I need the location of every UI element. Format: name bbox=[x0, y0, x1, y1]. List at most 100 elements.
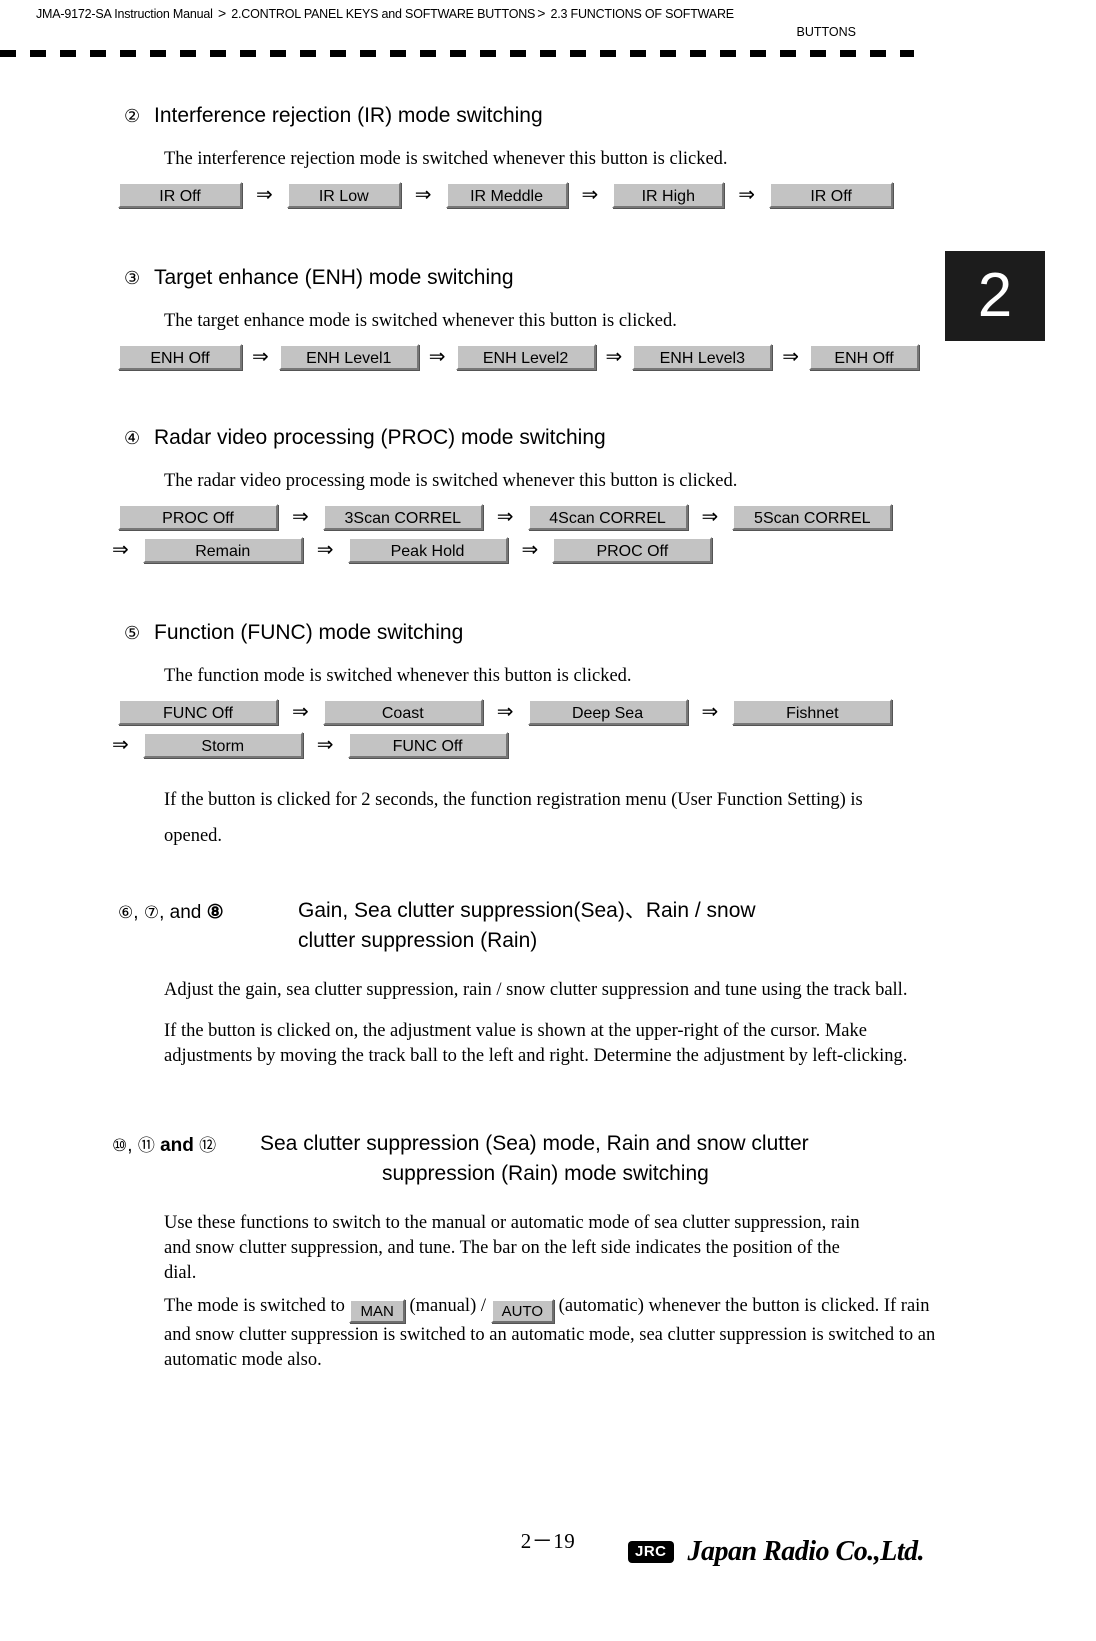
flow-arrow: ⇒ bbox=[581, 184, 599, 206]
section-number-and-2: and bbox=[160, 1135, 194, 1156]
section-gain-numbers: ⑥, ⑦, and ⑧ bbox=[118, 896, 298, 927]
flow-arrow: ⇒ bbox=[316, 734, 334, 756]
section-sea-rain-title: Sea clutter suppression (Sea) mode, Rain… bbox=[260, 1129, 809, 1189]
button-proc-3scan-correl[interactable]: 3Scan CORREL bbox=[322, 504, 483, 530]
breadcrumb-separator-1: > bbox=[218, 5, 226, 21]
button-proc-5scan-correl[interactable]: 5Scan CORREL bbox=[732, 504, 893, 530]
flow-arrow: ⇒ bbox=[252, 346, 269, 368]
section-enh-button-flow: ENH Off ⇒ ENH Level1 ⇒ ENH Level2 ⇒ ENH … bbox=[118, 344, 1096, 370]
button-func-fishnet[interactable]: Fishnet bbox=[732, 699, 893, 725]
section-sea-rain-paragraph-2-part-b: (manual) / bbox=[409, 1296, 486, 1316]
flow-arrow: ⇒ bbox=[782, 346, 800, 368]
company-name: Japan Radio Co.,Ltd. bbox=[687, 1536, 925, 1567]
button-proc-off-1[interactable]: PROC Off bbox=[118, 504, 278, 530]
section-sea-rain-title-line-2: suppression (Rain) mode switching bbox=[382, 1159, 809, 1189]
section-sea-rain-paragraph-2: The mode is switched to MAN (manual) / A… bbox=[164, 1294, 944, 1373]
button-func-storm[interactable]: Storm bbox=[142, 732, 303, 758]
section-func-description: The function mode is switched whenever t… bbox=[164, 666, 632, 686]
button-enh-level3[interactable]: ENH Level3 bbox=[632, 344, 773, 370]
flow-arrow: ⇒ bbox=[292, 701, 309, 723]
section-sea-rain-paragraph-2-part-c: (automatic) whenever the bbox=[558, 1296, 748, 1316]
page-header: JMA-9172-SA Instruction Manual > 2.CONTR… bbox=[0, 0, 1096, 44]
flow-arrow: ⇒ bbox=[496, 506, 514, 528]
breadcrumb-manual: JMA-9172-SA Instruction Manual bbox=[36, 7, 213, 21]
button-func-off-1[interactable]: FUNC Off bbox=[118, 699, 278, 725]
page-footer: 2－19 bbox=[0, 1525, 1096, 1555]
flow-arrow: ⇒ bbox=[414, 184, 432, 206]
button-ir-off-2[interactable]: IR Off bbox=[769, 182, 894, 208]
button-enh-level2[interactable]: ENH Level2 bbox=[455, 344, 596, 370]
section-func-button-flow-row1: FUNC Off ⇒ Coast ⇒ Deep Sea ⇒ Fishnet bbox=[118, 699, 1096, 725]
flow-arrow: ⇒ bbox=[316, 539, 334, 561]
section-sea-rain-title-line-2-text: suppression (Rain) mode switching bbox=[382, 1162, 709, 1185]
button-func-deep-sea[interactable]: Deep Sea bbox=[527, 699, 688, 725]
section-gain-paragraph-1: Adjust the gain, sea clutter suppression… bbox=[164, 978, 909, 1003]
flow-arrow: ⇒ bbox=[738, 184, 756, 206]
button-enh-off-1[interactable]: ENH Off bbox=[118, 344, 242, 370]
section-ir-button-flow: IR Off ⇒ IR Low ⇒ IR Meddle ⇒ IR High ⇒ … bbox=[118, 182, 1096, 208]
section-gain-sea-rain: ⑥, ⑦, and ⑧ Gain, Sea clutter suppressio… bbox=[0, 896, 1096, 1069]
section-sea-rain-paragraph-1: Use these functions to switch to the man… bbox=[164, 1211, 864, 1286]
section-ir-description: The interference rejection mode is switc… bbox=[164, 149, 728, 169]
section-func: ⑤ Function (FUNC) mode switching The func… bbox=[0, 619, 1096, 854]
breadcrumb-chapter: 2.CONTROL PANEL KEYS and SOFTWARE BUTTON… bbox=[231, 7, 536, 21]
section-func-number: ⑤ bbox=[124, 623, 141, 643]
flow-arrow: ⇒ bbox=[256, 184, 273, 206]
page-content: ② Interference rejection (IR) mode switch… bbox=[0, 96, 1096, 1373]
section-ir-title: Interference rejection (IR) mode switchi… bbox=[154, 104, 543, 127]
button-func-coast[interactable]: Coast bbox=[322, 699, 483, 725]
button-enh-off-2[interactable]: ENH Off bbox=[809, 344, 920, 370]
section-proc-number: ④ bbox=[124, 428, 141, 448]
section-number-6: ⑥ bbox=[118, 903, 134, 922]
flow-arrow: ⇒ bbox=[605, 346, 623, 368]
section-func-note: If the button is clicked for 2 seconds, … bbox=[164, 782, 894, 854]
section-number-8: ⑧ bbox=[206, 902, 224, 923]
section-gain-paragraph-1-text: Adjust the gain, sea clutter suppression… bbox=[164, 980, 908, 1000]
breadcrumb-section: 2.3 FUNCTIONS OF SOFTWARE bbox=[550, 7, 734, 21]
flow-arrow: ⇒ bbox=[701, 701, 719, 723]
section-sea-rain-paragraph-2-part-a: The mode is switched to bbox=[164, 1296, 345, 1316]
section-number-7: ⑦ bbox=[143, 903, 160, 922]
section-number-comma-1: , bbox=[133, 902, 139, 923]
button-enh-level1[interactable]: ENH Level1 bbox=[278, 344, 419, 370]
section-func-note-text: If the button is clicked for 2 seconds, … bbox=[164, 790, 863, 846]
section-enh-heading: ③ Target enhance (ENH) mode switching bbox=[124, 264, 1096, 292]
button-proc-4scan-correl[interactable]: 4Scan CORREL bbox=[527, 504, 688, 530]
button-ir-high[interactable]: IR High bbox=[612, 182, 725, 208]
flow-arrow: ⇒ bbox=[496, 701, 514, 723]
section-proc-heading: ④ Radar video processing (PROC) mode swit… bbox=[124, 424, 1096, 452]
section-gain-heading: ⑥, ⑦, and ⑧ Gain, Sea clutter suppressio… bbox=[118, 896, 1096, 956]
flow-arrow: ⇒ bbox=[112, 734, 129, 756]
section-gain-title: Gain, Sea clutter suppression(Sea)、Rain … bbox=[298, 896, 756, 956]
section-gain-title-line-1: Gain, Sea clutter suppression(Sea)、Rain … bbox=[298, 899, 756, 922]
flow-arrow: ⇒ bbox=[112, 539, 129, 561]
section-ir: ② Interference rejection (IR) mode switch… bbox=[0, 102, 1096, 208]
section-ir-number: ② bbox=[124, 106, 141, 126]
section-number-and: and bbox=[169, 902, 202, 923]
breadcrumb-separator-2: > bbox=[537, 5, 546, 21]
header-dashed-rule bbox=[0, 50, 914, 57]
button-proc-peak-hold[interactable]: Peak Hold bbox=[347, 537, 508, 563]
section-enh-number: ③ bbox=[124, 268, 141, 288]
button-ir-low[interactable]: IR Low bbox=[286, 182, 401, 208]
company-logo: JRC Japan Radio Co.,Ltd. bbox=[628, 1536, 925, 1568]
section-proc-button-flow-row1: PROC Off ⇒ 3Scan CORREL ⇒ 4Scan CORREL ⇒… bbox=[118, 504, 1096, 530]
section-func-button-flow-row2: ⇒ Storm ⇒ FUNC Off bbox=[112, 732, 1096, 758]
breadcrumb: JMA-9172-SA Instruction Manual > 2.CONTR… bbox=[0, 0, 1096, 24]
button-auto[interactable]: AUTO bbox=[490, 1299, 555, 1323]
section-proc: ④ Radar video processing (PROC) mode swit… bbox=[0, 424, 1096, 563]
button-man[interactable]: MAN bbox=[349, 1299, 405, 1323]
section-sea-rain-numbers: ⑩, ⑪ and ⑫ bbox=[112, 1129, 260, 1160]
button-ir-meddle[interactable]: IR Meddle bbox=[445, 182, 568, 208]
button-proc-remain[interactable]: Remain bbox=[142, 537, 303, 563]
button-ir-off-1[interactable]: IR Off bbox=[118, 182, 242, 208]
section-number-comma-2: , bbox=[159, 902, 165, 923]
button-proc-off-2[interactable]: PROC Off bbox=[552, 537, 713, 563]
button-func-off-2[interactable]: FUNC Off bbox=[347, 732, 508, 758]
section-enh-title: Target enhance (ENH) mode switching bbox=[154, 266, 514, 289]
breadcrumb-wrap-line: BUTTONS bbox=[796, 25, 857, 39]
section-proc-description: The radar video processing mode is switc… bbox=[164, 471, 738, 491]
flow-arrow: ⇒ bbox=[521, 539, 539, 561]
flow-arrow: ⇒ bbox=[701, 506, 719, 528]
section-proc-button-flow-row2: ⇒ Remain ⇒ Peak Hold ⇒ PROC Off bbox=[112, 537, 1096, 563]
